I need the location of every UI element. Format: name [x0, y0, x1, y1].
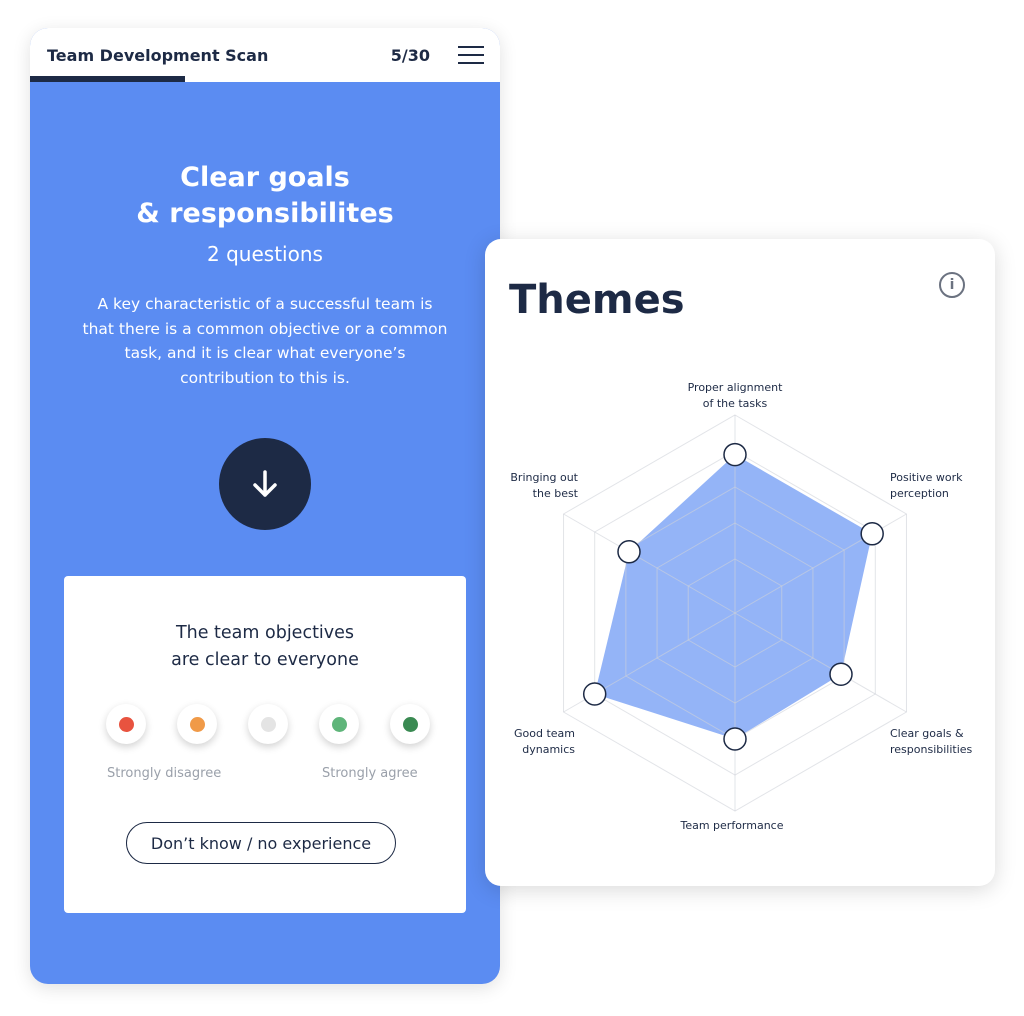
question-text: The team objectives are clear to everyone — [64, 620, 466, 674]
axis-label: Bringing out — [510, 471, 578, 484]
rating-option-3[interactable] — [248, 704, 288, 744]
data-point — [723, 442, 747, 467]
data-point — [723, 727, 747, 751]
axis-label: perception — [890, 487, 949, 500]
question-line: are clear to everyone — [171, 650, 359, 670]
section-title-line: & responsibilites — [136, 198, 394, 229]
data-area — [594, 454, 873, 739]
question-card: The team objectives are clear to everyone… — [64, 576, 466, 913]
label-strongly-disagree: Strongly disagree — [107, 766, 222, 781]
header: Team Development Scan 5/30 — [30, 28, 500, 82]
question-line: The team objectives — [175, 623, 355, 643]
rating-dot-icon — [189, 716, 205, 732]
axis-label: Good team — [514, 727, 575, 740]
survey-panel: Team Development Scan 5/30 Clear goals & … — [30, 28, 500, 984]
themes-card: Themes i Proper alignment of the tasks Pos… — [485, 239, 995, 886]
dont-know-button[interactable]: Don’t know / no experience — [126, 822, 396, 864]
axis-label: responsibilities — [890, 743, 973, 756]
question-count: 2 questions — [207, 242, 323, 266]
data-point — [860, 522, 884, 546]
axis-label: the best — [533, 487, 579, 500]
axis-label: Positive work — [890, 471, 963, 484]
axis-label: dynamics — [522, 743, 575, 756]
data-point — [582, 682, 607, 706]
progress-bar — [30, 76, 186, 82]
section-title: Clear goals & responsibilites — [30, 160, 500, 232]
rating-dot-icon — [402, 716, 418, 732]
rating-scale — [106, 704, 430, 744]
axis-label: Team performance — [679, 819, 783, 832]
hamburger-menu-icon[interactable] — [458, 46, 484, 64]
arrow-down-icon — [253, 470, 277, 497]
label-strongly-agree: Strongly agree — [322, 766, 418, 781]
app-title: Team Development Scan — [47, 46, 269, 65]
rating-dot-icon — [331, 716, 347, 732]
axis-label: Proper alignment — [688, 381, 783, 394]
section-description: A key characteristic of a successful tea… — [82, 295, 448, 387]
axis-label: Clear goals & — [890, 727, 964, 740]
rating-dot-icon — [260, 716, 276, 732]
rating-option-1[interactable] — [106, 704, 146, 744]
data-point — [617, 540, 641, 564]
axis-label: of the tasks — [703, 397, 768, 410]
scroll-down-button[interactable] — [219, 438, 311, 530]
data-point — [829, 662, 853, 686]
question-counter: 5/30 — [390, 46, 430, 65]
rating-dot-icon — [118, 716, 134, 732]
rating-option-5[interactable] — [390, 704, 430, 744]
radar-chart: Proper alignment of the tasks Positive wor… — [510, 381, 973, 832]
section-title-line: Clear goals — [180, 162, 350, 193]
rating-option-4[interactable] — [319, 704, 359, 744]
rating-option-2[interactable] — [177, 704, 217, 744]
